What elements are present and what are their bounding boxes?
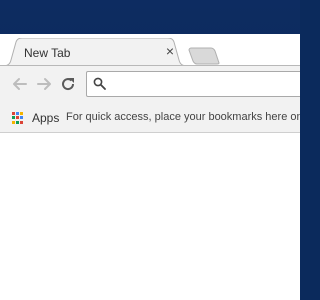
reload-button[interactable]	[58, 74, 78, 94]
browser-toolbar	[0, 65, 300, 102]
address-input[interactable]	[111, 74, 300, 94]
browser-window: New Tab × Apps For quick access, place y…	[0, 34, 300, 300]
reload-icon	[62, 78, 75, 91]
search-icon	[93, 77, 106, 90]
tab-title: New Tab	[24, 46, 71, 60]
apps-grid-icon	[12, 112, 24, 124]
bookmarks-bar: Apps For quick access, place your bookma…	[0, 102, 300, 133]
address-bar[interactable]	[86, 71, 300, 97]
bookmarks-hint: For quick access, place your bookmarks h…	[66, 111, 300, 123]
tab-strip: New Tab ×	[0, 34, 300, 66]
page-content	[0, 133, 300, 300]
back-arrow-icon	[13, 78, 27, 90]
apps-label: Apps	[32, 111, 60, 125]
back-button[interactable]	[10, 74, 30, 94]
new-tab-icon	[188, 47, 220, 65]
forward-arrow-icon	[37, 78, 51, 90]
forward-button[interactable]	[34, 74, 54, 94]
apps-shortcut[interactable]: Apps	[12, 110, 59, 126]
close-icon[interactable]: ×	[162, 43, 178, 59]
tab-new-tab[interactable]: New Tab ×	[2, 38, 188, 66]
